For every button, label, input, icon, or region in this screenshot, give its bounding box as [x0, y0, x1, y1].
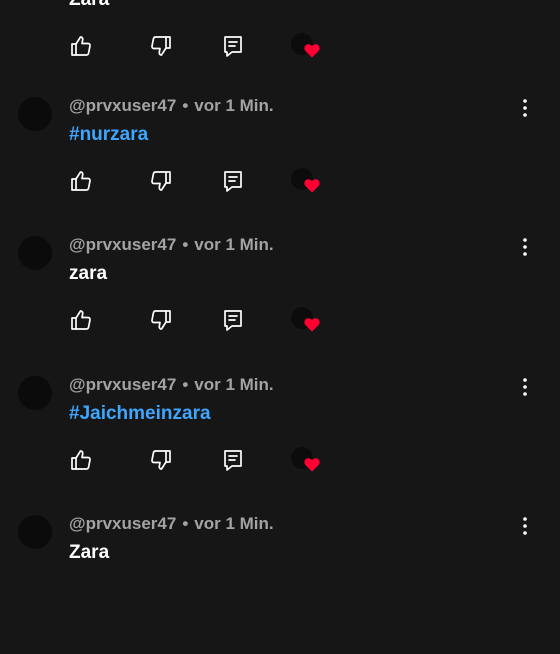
thumbs-down-icon: [151, 36, 171, 56]
meta-separator: •: [182, 96, 189, 115]
avatar[interactable]: [18, 515, 52, 549]
reply-button[interactable]: [219, 306, 247, 334]
comment-text: zara: [69, 263, 108, 284]
comment-meta: @prvxuser47 • vor 1 Min.: [69, 96, 274, 116]
avatar[interactable]: [18, 236, 52, 270]
more-vertical-icon: [523, 238, 527, 256]
comment-meta: @prvxuser47 • vor 1 Min.: [69, 514, 274, 534]
more-options-button[interactable]: [514, 376, 536, 398]
comment-actions: [0, 167, 560, 197]
creator-heart: [290, 32, 324, 66]
comment-actions: [0, 306, 560, 336]
dislike-button[interactable]: [147, 306, 175, 334]
reply-icon: [224, 171, 242, 192]
thumbs-up-icon: [71, 171, 91, 191]
comment-meta: @prvxuser47 • vor 1 Min.: [69, 375, 274, 395]
more-vertical-icon: [523, 99, 527, 117]
meta-separator: •: [182, 375, 189, 394]
comment-author[interactable]: @prvxuser47: [69, 514, 176, 533]
avatar[interactable]: [18, 97, 52, 131]
comment-text: Zara: [69, 542, 110, 563]
reply-icon: [224, 36, 242, 57]
comment-actions: [0, 446, 560, 476]
creator-heart: [290, 306, 324, 340]
thumbs-up-icon: [71, 310, 91, 330]
creator-heart: [290, 167, 324, 201]
meta-separator: •: [182, 235, 189, 254]
dislike-button[interactable]: [147, 446, 175, 474]
comment-feed: Zara: [0, 0, 560, 563]
avatar[interactable]: [18, 376, 52, 410]
like-button[interactable]: [67, 167, 95, 195]
dislike-button[interactable]: [147, 32, 175, 60]
comment-author[interactable]: @prvxuser47: [69, 375, 176, 394]
more-options-button[interactable]: [514, 236, 536, 258]
dislike-button[interactable]: [147, 167, 175, 195]
comment-text[interactable]: #nurzara: [69, 123, 148, 147]
comment-author[interactable]: @prvxuser47: [69, 235, 176, 254]
heart-icon: [304, 458, 320, 472]
comment-time: vor 1 Min.: [194, 514, 274, 533]
heart-icon: [304, 179, 320, 193]
reply-button[interactable]: [219, 167, 247, 195]
reply-icon: [224, 450, 242, 471]
comment-item: @prvxuser47 • vor 1 Min. zara: [0, 235, 560, 375]
like-button[interactable]: [67, 446, 95, 474]
thumbs-down-icon: [151, 450, 171, 470]
heart-icon: [304, 318, 320, 332]
thumbs-up-icon: [71, 450, 91, 470]
comment-time: vor 1 Min.: [194, 96, 274, 115]
comment-time: vor 1 Min.: [194, 375, 274, 394]
more-vertical-icon: [523, 378, 527, 396]
meta-separator: •: [182, 514, 189, 533]
comment-text: Zara: [69, 0, 109, 12]
comment-item: @prvxuser47 • vor 1 Min. Zara: [0, 514, 560, 654]
like-button[interactable]: [67, 32, 95, 60]
reply-button[interactable]: [219, 446, 247, 474]
comment-time: vor 1 Min.: [194, 235, 274, 254]
comment-text[interactable]: #Jaichmeinzara: [69, 402, 211, 426]
more-vertical-icon: [523, 517, 527, 535]
comment-item: @prvxuser47 • vor 1 Min. #Jaichmeinzara: [0, 375, 560, 515]
comment-item: @prvxuser47 • vor 1 Min. #nurzara: [0, 96, 560, 236]
like-button[interactable]: [67, 306, 95, 334]
thumbs-down-icon: [151, 171, 171, 191]
more-options-button[interactable]: [514, 515, 536, 537]
reply-button[interactable]: [219, 32, 247, 60]
creator-heart: [290, 446, 324, 480]
comment-actions: [0, 32, 560, 62]
comment-meta: @prvxuser47 • vor 1 Min.: [69, 235, 274, 255]
thumbs-up-icon: [71, 36, 91, 56]
reply-icon: [224, 310, 242, 331]
comment-author[interactable]: @prvxuser47: [69, 96, 176, 115]
heart-icon: [304, 44, 320, 58]
more-options-button[interactable]: [514, 97, 536, 119]
thumbs-down-icon: [151, 310, 171, 330]
